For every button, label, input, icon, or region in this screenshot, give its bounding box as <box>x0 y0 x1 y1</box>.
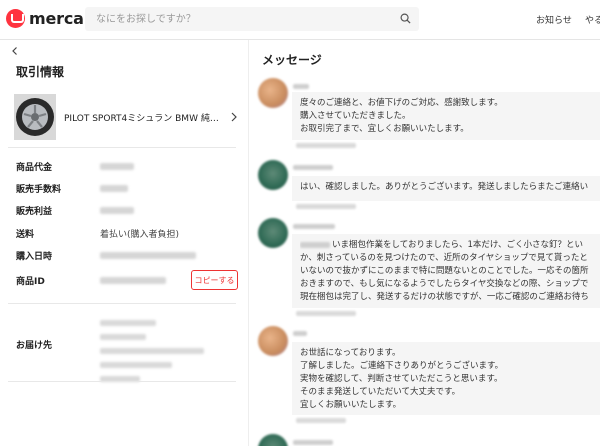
message-line: 実物を確認して、判断させていただこうと思います。 <box>300 374 503 384</box>
search-input[interactable] <box>85 7 419 32</box>
mention-redacted <box>300 241 330 248</box>
message-line: そのまま発送していただいて大丈夫です。 <box>300 387 461 397</box>
message-line: おきますので、もし気になるようでしたらタイヤ交換などの際、ショップで <box>300 279 589 289</box>
divider <box>8 303 236 304</box>
sender-name-redacted <box>293 440 333 445</box>
product-name: PILOT SPORT4ミシュラン BMW 純… <box>64 114 219 124</box>
chevron-right-icon <box>231 112 237 122</box>
purchase-date-row: 購入日時 <box>16 249 240 265</box>
timestamp-redacted <box>296 204 356 209</box>
avatar[interactable] <box>258 78 288 108</box>
notifications-link[interactable]: お知らせ <box>536 13 572 26</box>
address-label: お届け先 <box>16 341 53 351</box>
item-id-redacted <box>100 277 166 284</box>
avatar[interactable] <box>258 434 288 446</box>
address-redacted <box>100 320 204 390</box>
message-line: いま梱包作業をしておりましたら、1本だけ、ごく小さな釘？とい <box>300 239 592 252</box>
timestamp-redacted <box>296 418 346 423</box>
profit-row: 販売利益 <box>16 204 240 220</box>
copy-button[interactable]: コピーする <box>191 270 238 290</box>
fee-label: 販売手数料 <box>16 185 62 195</box>
message-line: お世話になっております。 <box>300 348 401 358</box>
avatar[interactable] <box>258 326 288 356</box>
purchase-date-label: 購入日時 <box>16 252 53 262</box>
avatar[interactable] <box>258 160 288 190</box>
mercari-logo[interactable]: mercari <box>6 9 97 28</box>
top-header: mercari お知らせ やる <box>0 0 600 40</box>
page: mercari お知らせ やる 取引情報 <box>0 0 600 446</box>
message-line: お取引完了まで、宜しくお願いいたします。 <box>300 124 469 134</box>
message-line: か、刺さっているのを見つけたので、近所のタイヤショップで見て貰ったと <box>300 253 588 263</box>
price-label: 商品代金 <box>16 163 53 173</box>
fee-row: 販売手数料 <box>16 182 240 198</box>
shipping-row: 送料 着払い(購入者負担) <box>16 227 240 243</box>
profit-label: 販売利益 <box>16 207 53 217</box>
search-box[interactable] <box>85 7 419 32</box>
message-line: はい、確認しました。ありがとうございます。発送しましたらまたご連絡い <box>300 182 589 192</box>
sender-name-redacted <box>293 84 309 89</box>
sender-name-redacted <box>293 331 307 336</box>
panel-separator <box>248 40 249 446</box>
todo-link[interactable]: やる <box>585 13 600 26</box>
divider <box>8 147 236 148</box>
message-bubble: お世話になっております。 了解しました。ご連絡下さりありがとうございます。 実物… <box>292 342 600 415</box>
item-id-label: 商品ID <box>16 277 45 287</box>
search-icon[interactable] <box>400 13 411 24</box>
timestamp-redacted <box>296 311 356 316</box>
message-bubble: 度々のご連絡と、お値下げのご対応、感謝致します。 購入させていただきました。 お… <box>292 92 600 140</box>
message-line: 宜しくお願いいたします。 <box>300 400 402 410</box>
fee-value-redacted <box>100 185 128 192</box>
price-row: 商品代金 <box>16 160 240 176</box>
sender-name-redacted <box>293 224 335 229</box>
purchase-date-redacted <box>100 252 196 259</box>
shipping-value: 着払い(購入者負担) <box>100 230 180 240</box>
shipping-label: 送料 <box>16 230 35 240</box>
transaction-info-title: 取引情報 <box>16 65 65 79</box>
message-line: 購入させていただきました。 <box>300 111 411 121</box>
messages-title: メッセージ <box>262 53 322 67</box>
logo-icon <box>6 9 25 28</box>
message-line: いないので抜かずにこのままで特に問題ないとのことでした。一応その箇所 <box>300 266 589 276</box>
sender-name-redacted <box>293 165 333 170</box>
product-thumbnail <box>14 94 56 140</box>
message-bubble: いま梱包作業をしておりましたら、1本だけ、ごく小さな釘？とい か、刺さっているの… <box>292 234 600 308</box>
profit-value-redacted <box>100 207 134 214</box>
divider <box>8 381 236 382</box>
message-line: 度々のご連絡と、お値下げのご対応、感謝致します。 <box>300 98 503 108</box>
message-bubble: はい、確認しました。ありがとうございます。発送しましたらまたご連絡い <box>292 176 600 201</box>
back-chevron-icon[interactable] <box>10 46 20 56</box>
avatar[interactable] <box>258 218 288 248</box>
timestamp-redacted <box>296 143 356 148</box>
message-line: 了解しました。ご連絡下さりありがとうございます。 <box>300 361 504 371</box>
message-line: 現在梱包は完了し、発送するだけの状態ですが、一応ご確認のご連絡お待ち <box>300 292 589 302</box>
product-card[interactable]: PILOT SPORT4ミシュラン BMW 純… <box>8 94 240 142</box>
price-value-redacted <box>100 163 134 170</box>
